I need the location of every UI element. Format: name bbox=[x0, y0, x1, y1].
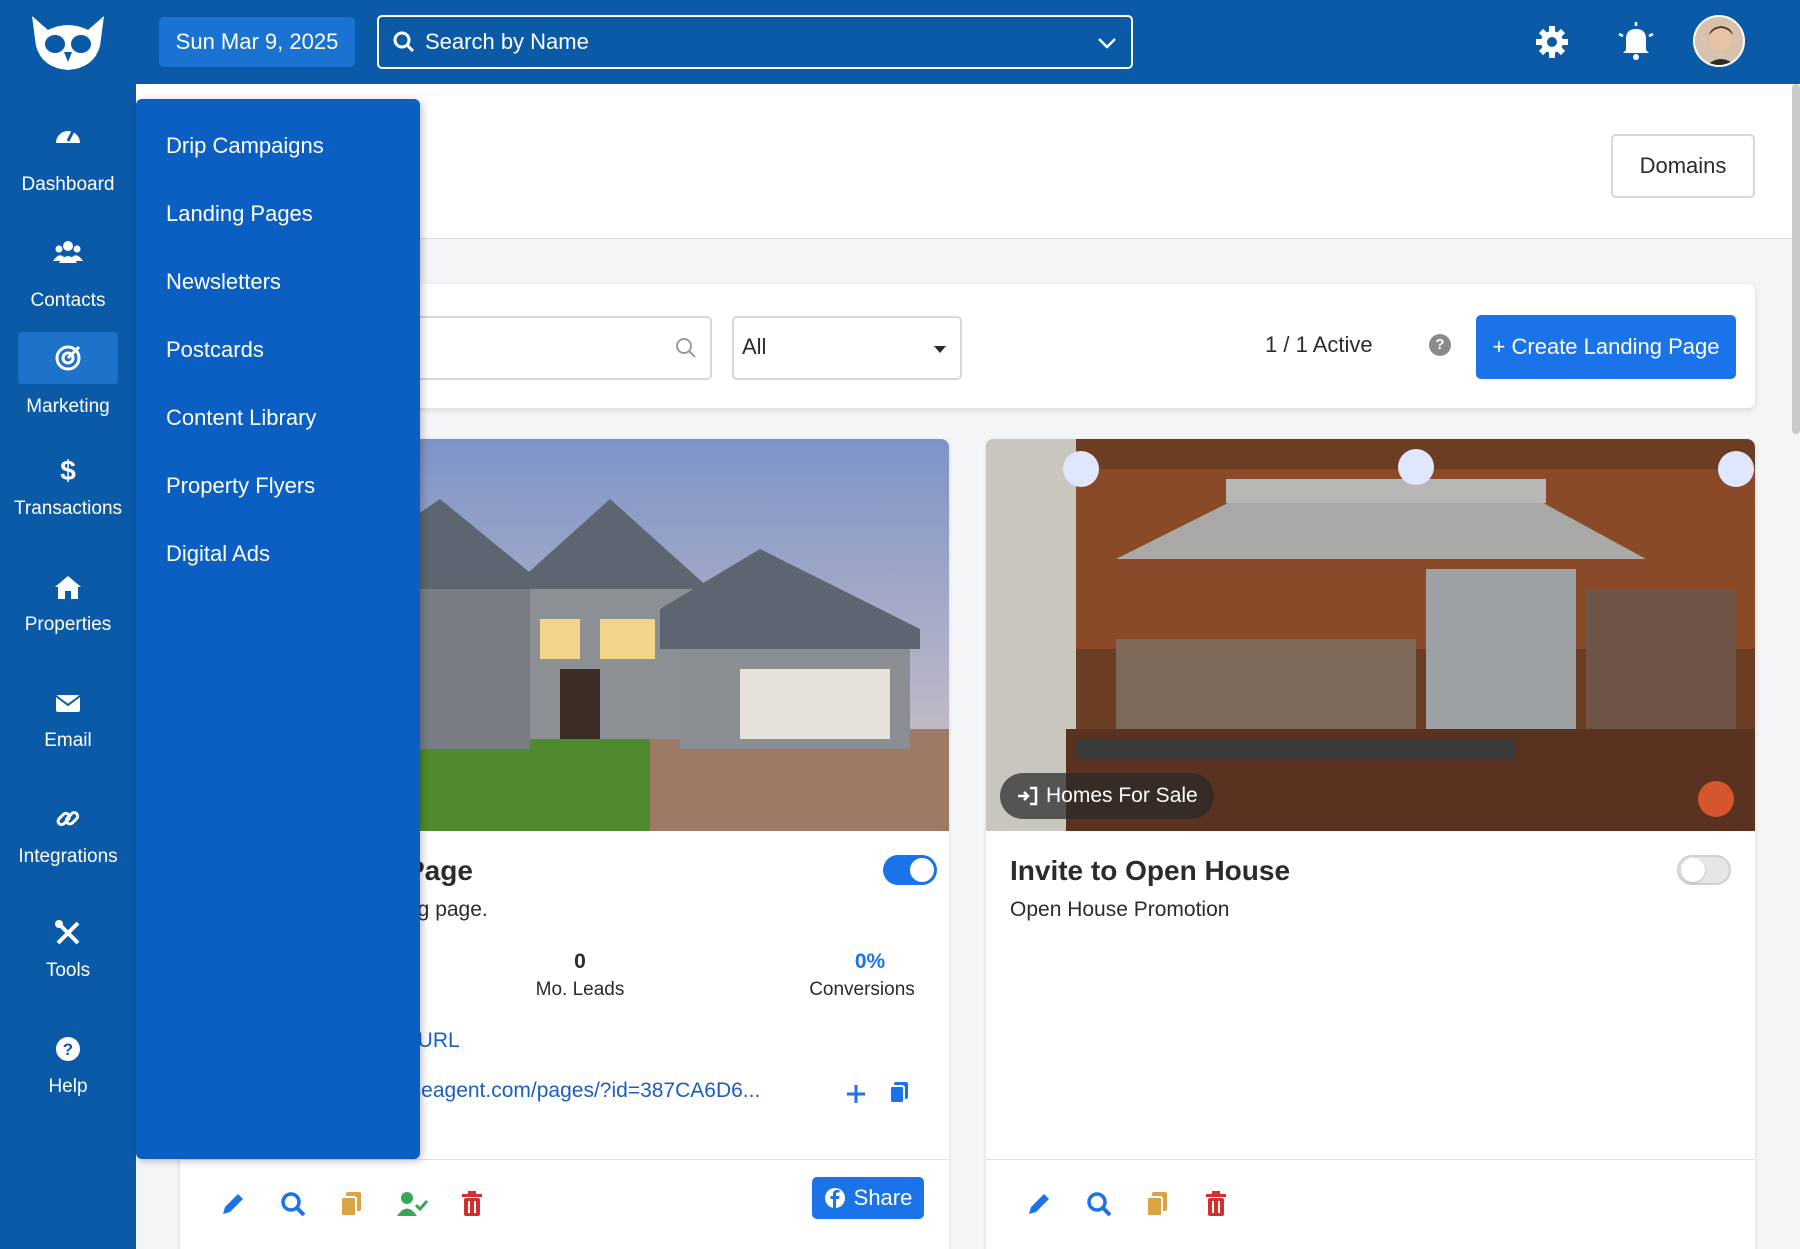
sidebar-item-marketing[interactable]: Marketing bbox=[0, 332, 136, 432]
sidebar-item-properties[interactable]: Properties bbox=[0, 572, 136, 672]
sidebar-item-label: Contacts bbox=[30, 290, 106, 311]
link-icon bbox=[56, 811, 80, 827]
dollar-icon: $ bbox=[60, 455, 76, 486]
left-sidebar: Dashboard Contacts Marketing $ Transacti… bbox=[0, 0, 136, 1249]
plus-icon[interactable] bbox=[845, 1083, 867, 1105]
landing-page-url[interactable]: iseagent.com/pages/?id=387CA6D6... bbox=[406, 1079, 760, 1103]
home-icon bbox=[55, 576, 81, 599]
share-label: Share bbox=[853, 1185, 913, 1210]
search-icon bbox=[393, 31, 415, 53]
sidebar-item-label: Properties bbox=[24, 614, 112, 635]
leads-label: Mo. Leads bbox=[535, 979, 625, 1000]
top-bar: Sun Mar 9, 2025 Search by Name bbox=[136, 0, 1800, 84]
landing-page-card: Homes For Sale Invite to Open House Open… bbox=[986, 439, 1755, 1249]
copy-url-icon[interactable] bbox=[888, 1081, 910, 1105]
gear-icon[interactable] bbox=[1532, 22, 1572, 62]
menu-item-newsletters[interactable]: Newsletters bbox=[166, 269, 281, 295]
assign-user-icon[interactable] bbox=[396, 1191, 428, 1217]
sidebar-item-label: Integrations bbox=[18, 846, 118, 867]
card-active-toggle[interactable] bbox=[1677, 855, 1731, 885]
search-by-name-select[interactable]: Search by Name bbox=[377, 15, 1133, 69]
sidebar-item-label: Tools bbox=[45, 960, 91, 981]
question-icon: ? bbox=[56, 1037, 80, 1061]
conversions-value: 0% bbox=[854, 950, 886, 973]
sidebar-item-label: Transactions bbox=[13, 498, 123, 519]
search-placeholder: Search by Name bbox=[425, 29, 589, 54]
card-title: Invite to Open House bbox=[1010, 855, 1291, 886]
menu-item-digital-ads[interactable]: Digital Ads bbox=[166, 541, 270, 567]
dashboard-gauge-icon bbox=[56, 130, 80, 143]
caret-down-icon bbox=[934, 346, 946, 353]
duplicate-icon[interactable] bbox=[1144, 1191, 1170, 1217]
leads-value: 0 bbox=[574, 950, 586, 973]
help-icon[interactable]: ? bbox=[1429, 334, 1451, 356]
sidebar-item-contacts[interactable]: Contacts bbox=[0, 226, 136, 326]
menu-item-content-library[interactable]: Content Library bbox=[166, 405, 316, 431]
card-footer-divider bbox=[986, 1159, 1755, 1160]
card-subtitle: Open House Promotion bbox=[1010, 898, 1230, 921]
card-footer-divider bbox=[180, 1159, 949, 1160]
sidebar-item-dashboard[interactable]: Dashboard bbox=[0, 110, 136, 210]
active-count-label: 1 / 1 Active bbox=[1265, 332, 1373, 357]
sidebar-item-label: Marketing bbox=[26, 396, 110, 417]
owl-logo-icon[interactable] bbox=[28, 12, 108, 72]
duplicate-icon[interactable] bbox=[338, 1191, 364, 1217]
sidebar-item-label: Dashboard bbox=[21, 174, 115, 195]
conversions-label: Conversions bbox=[809, 979, 915, 1000]
sidebar-item-help[interactable]: ? Help bbox=[0, 1034, 136, 1134]
delete-trash-icon[interactable] bbox=[460, 1191, 484, 1217]
page-scrollbar[interactable] bbox=[1792, 84, 1800, 434]
preview-search-icon[interactable] bbox=[1086, 1191, 1112, 1217]
sign-in-icon bbox=[1018, 786, 1038, 806]
sidebar-item-tools[interactable]: Tools bbox=[0, 918, 136, 1018]
chevron-down-icon bbox=[1098, 38, 1116, 49]
edit-pencil-icon[interactable] bbox=[1026, 1191, 1052, 1217]
domains-button[interactable]: Domains bbox=[1611, 134, 1755, 198]
status-filter-value: All bbox=[742, 334, 767, 359]
facebook-icon bbox=[824, 1188, 845, 1208]
tools-icon bbox=[55, 920, 80, 945]
create-landing-page-button[interactable]: + Create Landing Page bbox=[1476, 315, 1736, 379]
status-filter-select[interactable]: All bbox=[732, 316, 962, 380]
sidebar-item-integrations[interactable]: Integrations bbox=[0, 804, 136, 904]
delete-trash-icon[interactable] bbox=[1204, 1191, 1228, 1217]
date-button[interactable]: Sun Mar 9, 2025 bbox=[159, 17, 355, 67]
facebook-share-button[interactable]: Share bbox=[812, 1177, 924, 1219]
sidebar-item-label: Email bbox=[44, 730, 92, 751]
search-icon bbox=[676, 338, 696, 358]
user-avatar[interactable] bbox=[1693, 15, 1745, 67]
edit-pencil-icon[interactable] bbox=[220, 1191, 246, 1217]
preview-search-icon[interactable] bbox=[280, 1191, 306, 1217]
card-active-toggle[interactable] bbox=[883, 855, 937, 885]
svg-text:?: ? bbox=[63, 1040, 73, 1059]
menu-item-drip-campaigns[interactable]: Drip Campaigns bbox=[166, 133, 324, 159]
envelope-icon bbox=[55, 695, 81, 712]
sidebar-item-label: Help bbox=[48, 1076, 88, 1097]
marketing-dropdown-menu: Drip Campaigns Landing Pages Newsletters… bbox=[136, 99, 420, 1159]
category-badge: Homes For Sale bbox=[1000, 773, 1214, 819]
users-icon bbox=[53, 241, 83, 263]
sidebar-item-email[interactable]: Email bbox=[0, 688, 136, 788]
sidebar-item-transactions[interactable]: $ Transactions bbox=[0, 455, 136, 556]
bullseye-icon bbox=[55, 345, 81, 371]
bell-icon[interactable] bbox=[1614, 20, 1658, 64]
badge-label: Homes For Sale bbox=[1046, 784, 1198, 807]
menu-item-landing-pages[interactable]: Landing Pages bbox=[166, 201, 313, 227]
menu-item-property-flyers[interactable]: Property Flyers bbox=[166, 473, 315, 499]
menu-item-postcards[interactable]: Postcards bbox=[166, 337, 264, 363]
